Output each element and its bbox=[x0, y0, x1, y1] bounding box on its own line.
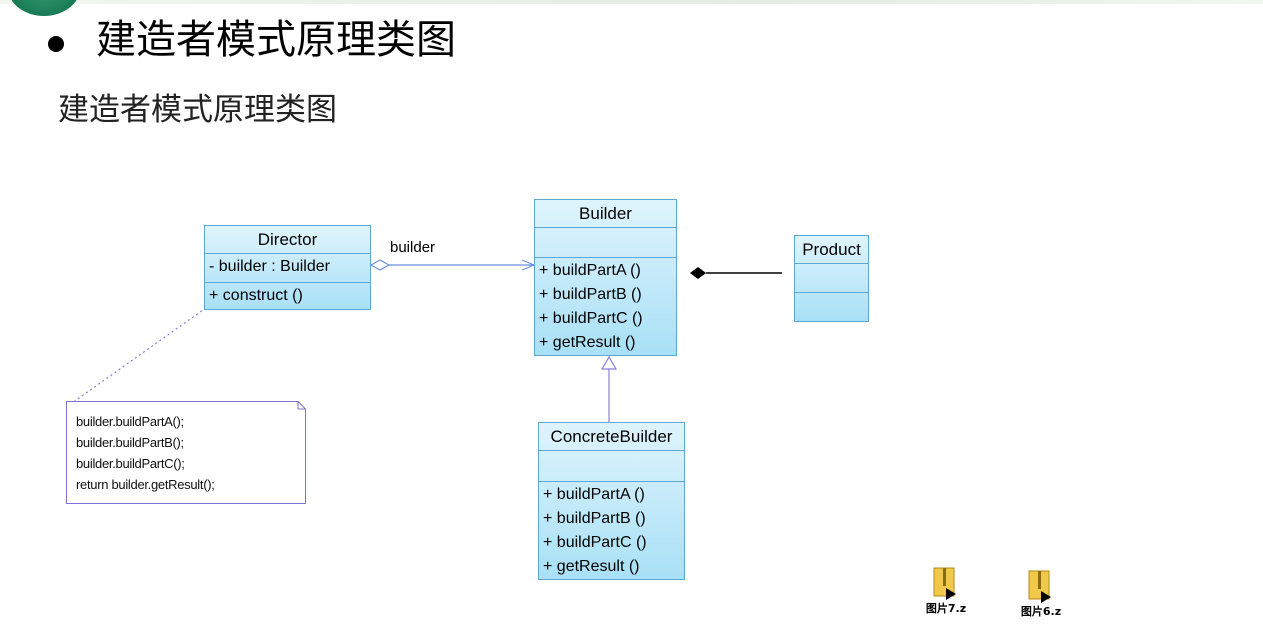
builder-attributes bbox=[535, 228, 676, 258]
director-class-name: Director bbox=[205, 226, 370, 254]
builder-operation: + buildPartC () bbox=[539, 310, 643, 327]
file-name: 图片7.z bbox=[925, 602, 967, 615]
note-line: builder.buildPartA(); bbox=[76, 414, 184, 429]
association-label: builder bbox=[390, 239, 436, 256]
concrete-builder-operations: + buildPartA () + buildPartB () + buildP… bbox=[539, 482, 684, 580]
director-operation: + construct () bbox=[209, 287, 303, 304]
zip-folder-icon bbox=[1028, 570, 1051, 603]
product-class-name: Product bbox=[795, 236, 868, 264]
note-code: builder.buildPartA(); builder.buildPartB… bbox=[76, 411, 215, 495]
product-operations bbox=[795, 293, 868, 322]
product-class[interactable]: Product bbox=[794, 235, 869, 322]
builder-operations: + buildPartA () + buildPartB () + buildP… bbox=[535, 258, 676, 356]
note-line: return builder.getResult(); bbox=[76, 477, 215, 492]
concrete-builder-operation: + getResult () bbox=[543, 558, 640, 575]
builder-class[interactable]: Builder + buildPartA () + buildPartB () … bbox=[534, 199, 677, 356]
builder-operation: + getResult () bbox=[539, 334, 636, 351]
builder-operation: + buildPartB () bbox=[539, 286, 642, 303]
director-operations: + construct () bbox=[205, 283, 370, 309]
director-class[interactable]: Director - builder : Builder + construct… bbox=[204, 225, 371, 310]
file-item-picture7[interactable]: 图片7.z bbox=[916, 566, 976, 626]
file-name: 图片6.z bbox=[1020, 605, 1062, 618]
aggregation-diamond bbox=[369, 259, 391, 271]
note-line: builder.buildPartB(); bbox=[76, 435, 184, 450]
concrete-builder-attributes bbox=[539, 451, 684, 482]
note-anchor-line bbox=[71, 304, 211, 404]
generalization-arrowhead bbox=[600, 355, 618, 370]
director-attributes: - builder : Builder bbox=[205, 254, 370, 283]
construct-note[interactable]: builder.buildPartA(); builder.buildPartB… bbox=[66, 401, 306, 504]
concrete-builder-class-name: ConcreteBuilder bbox=[539, 423, 684, 451]
file-item-picture6[interactable]: 图片6.z bbox=[1011, 569, 1071, 629]
zip-folder-icon bbox=[933, 567, 956, 600]
director-attribute: - builder : Builder bbox=[209, 258, 330, 275]
concrete-builder-operation: + buildPartA () bbox=[543, 486, 645, 503]
product-attributes bbox=[795, 264, 868, 293]
note-line: builder.buildPartC(); bbox=[76, 456, 185, 471]
builder-operation: + buildPartA () bbox=[539, 262, 641, 279]
concrete-builder-operation: + buildPartC () bbox=[543, 534, 647, 551]
composition-diamond bbox=[690, 267, 706, 279]
concrete-builder-class[interactable]: ConcreteBuilder + buildPartA () + buildP… bbox=[538, 422, 685, 580]
concrete-builder-operation: + buildPartB () bbox=[543, 510, 646, 527]
builder-class-name: Builder bbox=[535, 200, 676, 228]
